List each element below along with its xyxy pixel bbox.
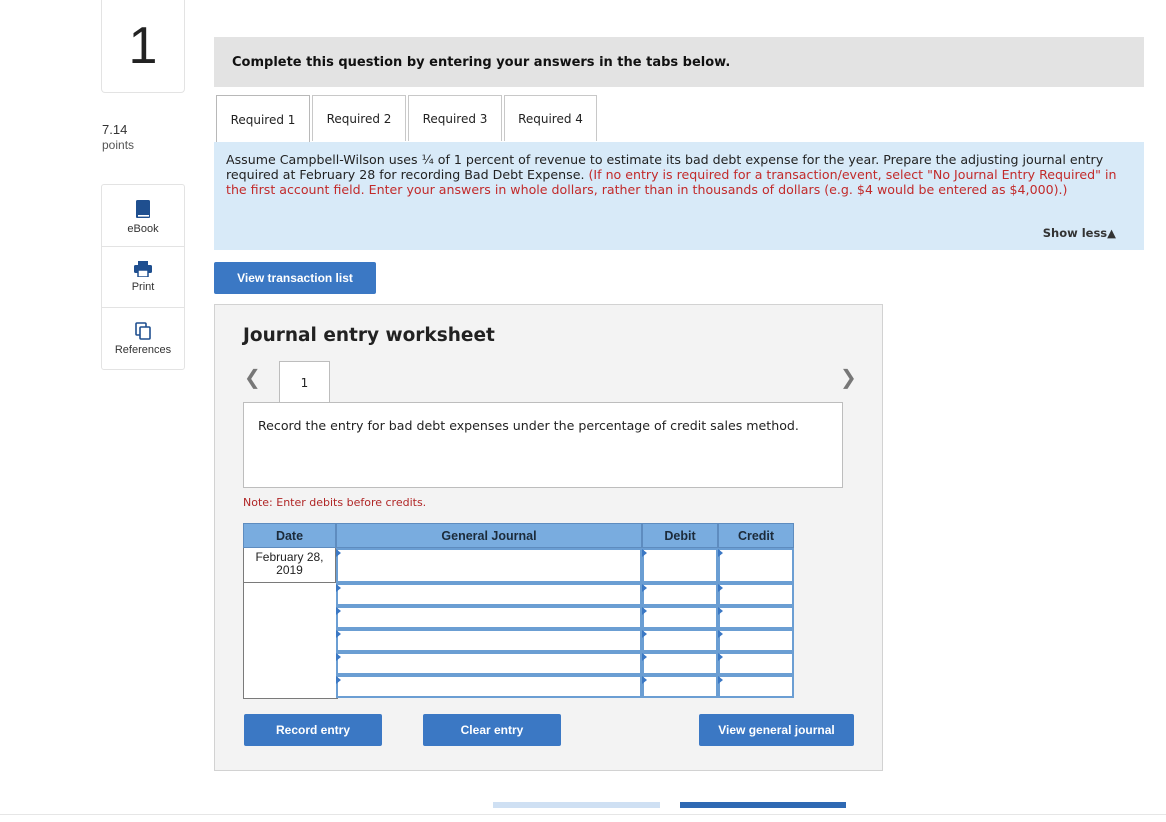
references-label: References <box>114 344 172 356</box>
input-marker-icon <box>718 607 723 615</box>
copy-pages-icon <box>135 322 151 340</box>
print-tool[interactable]: Print <box>102 246 184 308</box>
dropdown-marker-icon <box>336 630 341 638</box>
points-label: points <box>102 138 135 152</box>
debit-input[interactable] <box>642 652 718 675</box>
worksheet-entry-tab[interactable]: 1 <box>279 361 330 403</box>
book-icon <box>136 200 150 218</box>
account-select[interactable] <box>336 548 642 583</box>
date-cell <box>243 583 338 607</box>
debit-input[interactable] <box>642 606 718 629</box>
input-marker-icon <box>718 676 723 684</box>
col-header-credit: Credit <box>718 523 794 548</box>
clear-entry-button[interactable]: Clear entry <box>423 714 561 746</box>
date-cell <box>243 652 338 676</box>
input-marker-icon <box>718 549 723 557</box>
view-transaction-list-button[interactable]: View transaction list <box>214 262 376 294</box>
dropdown-marker-icon <box>336 653 341 661</box>
dropdown-marker-icon <box>336 676 341 684</box>
dropdown-marker-icon <box>336 607 341 615</box>
show-less-link[interactable]: Show less▲ <box>1043 226 1116 241</box>
worksheet-description: Record the entry for bad debt expenses u… <box>243 402 843 488</box>
credit-input[interactable] <box>718 606 794 629</box>
input-marker-icon <box>642 549 647 557</box>
chevron-left-icon[interactable]: ❮ <box>244 365 261 389</box>
credit-input[interactable] <box>718 652 794 675</box>
worksheet-title: Journal entry worksheet <box>243 325 495 346</box>
side-tools-panel: eBook Print References <box>101 184 185 370</box>
debit-input[interactable] <box>642 583 718 606</box>
print-label: Print <box>131 281 155 293</box>
debit-input[interactable] <box>642 548 718 583</box>
credit-input[interactable] <box>718 548 794 583</box>
next-nav-button[interactable] <box>680 802 846 808</box>
dropdown-marker-icon <box>336 549 341 557</box>
ebook-label: eBook <box>127 223 159 235</box>
references-tool[interactable]: References <box>102 307 184 369</box>
account-select[interactable] <box>336 583 642 606</box>
debits-note: Note: Enter debits before credits. <box>243 496 427 509</box>
date-cell <box>243 675 338 699</box>
record-entry-button[interactable]: Record entry <box>244 714 382 746</box>
date-cell <box>243 629 338 653</box>
col-header-general-journal: General Journal <box>336 523 642 548</box>
question-number: 1 <box>101 0 185 93</box>
date-cell: February 28, 2019 <box>243 548 336 583</box>
points-value: 7.14 <box>102 122 128 137</box>
dropdown-marker-icon <box>336 584 341 592</box>
view-general-journal-button[interactable]: View general journal <box>699 714 854 746</box>
input-marker-icon <box>642 653 647 661</box>
account-select[interactable] <box>336 652 642 675</box>
input-marker-icon <box>642 676 647 684</box>
account-select[interactable] <box>336 675 642 698</box>
tab-required-1[interactable]: Required 1 <box>216 95 310 143</box>
question-prompt-panel: Assume Campbell-Wilson uses ¼ of 1 perce… <box>214 142 1144 250</box>
col-header-debit: Debit <box>642 523 718 548</box>
account-select[interactable] <box>336 629 642 652</box>
tab-required-3[interactable]: Required 3 <box>408 95 502 141</box>
input-marker-icon <box>642 607 647 615</box>
tab-required-2[interactable]: Required 2 <box>312 95 406 141</box>
input-marker-icon <box>718 653 723 661</box>
input-marker-icon <box>642 630 647 638</box>
date-cell <box>243 606 338 630</box>
credit-input[interactable] <box>718 675 794 698</box>
instructions-bar: Complete this question by entering your … <box>214 37 1144 87</box>
col-header-date: Date <box>243 523 336 548</box>
tab-required-4[interactable]: Required 4 <box>504 95 597 141</box>
credit-input[interactable] <box>718 583 794 606</box>
debit-input[interactable] <box>642 675 718 698</box>
input-marker-icon <box>718 584 723 592</box>
debit-input[interactable] <box>642 629 718 652</box>
footer-divider <box>0 814 1166 815</box>
prev-nav-button[interactable] <box>493 802 660 808</box>
chevron-right-icon[interactable]: ❯ <box>840 365 857 389</box>
account-select[interactable] <box>336 606 642 629</box>
printer-icon <box>134 261 152 277</box>
credit-input[interactable] <box>718 629 794 652</box>
instructions-text: Complete this question by entering your … <box>232 54 731 70</box>
input-marker-icon <box>718 630 723 638</box>
ebook-tool[interactable]: eBook <box>102 185 184 246</box>
input-marker-icon <box>642 584 647 592</box>
